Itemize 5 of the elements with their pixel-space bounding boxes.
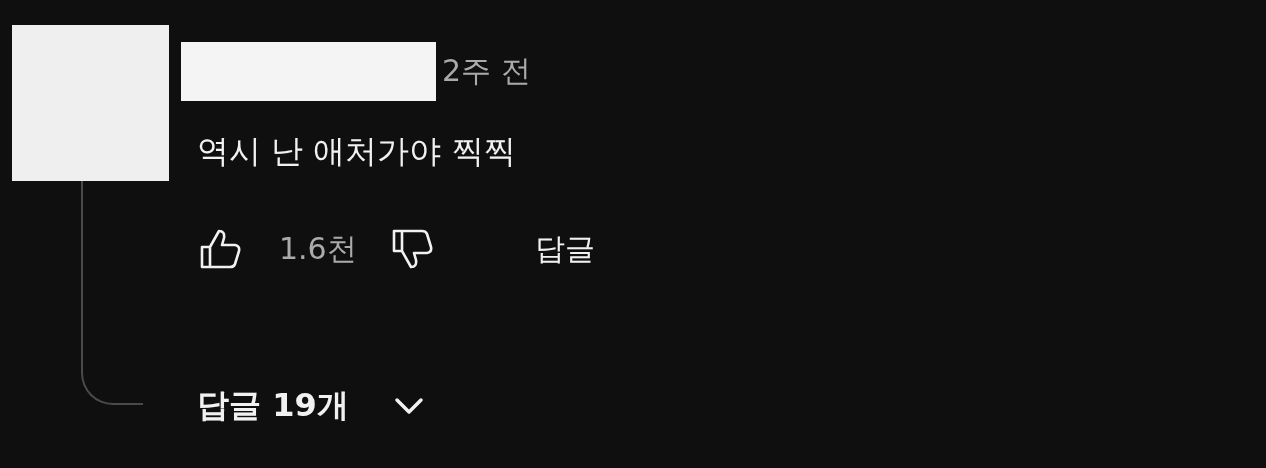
comment-text: 역시 난 애처가야 찍찍: [197, 131, 517, 172]
replies-toggle[interactable]: 답글 19개: [197, 382, 595, 430]
reply-button[interactable]: 답글: [535, 228, 595, 270]
like-count: 1.6천: [279, 229, 358, 268]
comment-time: 2주 전: [442, 52, 531, 90]
